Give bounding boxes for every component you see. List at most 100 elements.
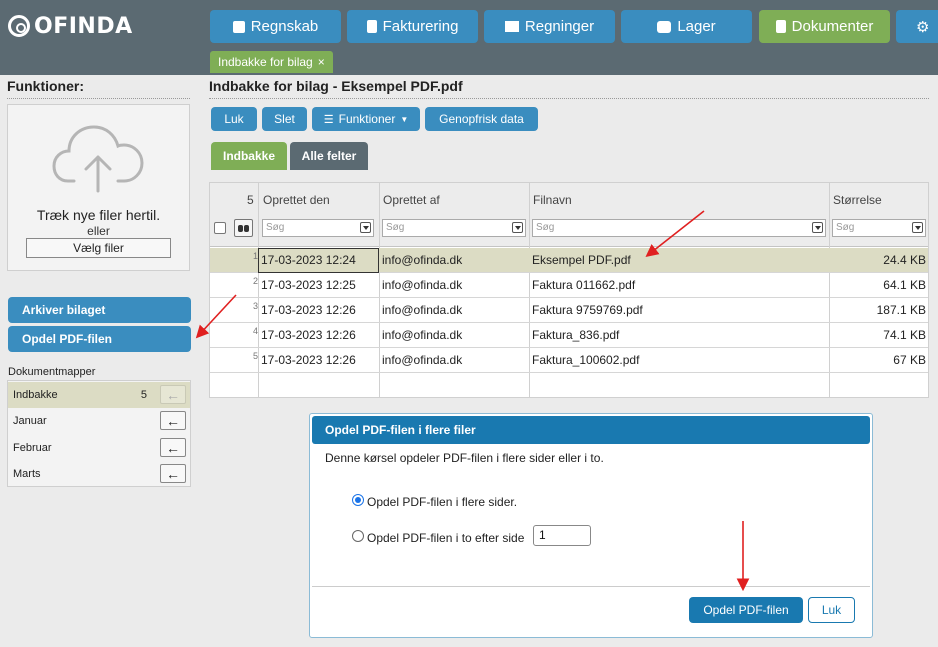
arrow-left-icon[interactable]: ← [160,438,186,457]
cell-created-by: info@ofinda.dk [382,303,463,317]
header-size[interactable]: Størrelse [833,193,882,207]
folder-item[interactable]: Januar ← [8,408,190,434]
cell-filename: Faktura 011662.pdf [532,278,636,292]
close-icon[interactable]: × [318,55,325,69]
table-row[interactable]: 3 17-03-2023 12:26 info@ofinda.dk Faktur… [210,298,928,323]
folder-item[interactable]: Indbakke 5 ← [8,382,190,408]
functions-dropdown[interactable]: ☰ Funktioner ▼ [312,107,420,131]
cell-created-by: info@ofinda.dk [382,353,463,367]
or-text: eller [87,224,110,238]
cell-created: 17-03-2023 12:26 [261,328,356,342]
caret-down-icon: ▼ [400,114,409,124]
app-logo[interactable]: OFINDA [8,13,133,39]
divider [209,98,929,99]
cell-created: 17-03-2023 12:26 [261,303,356,317]
logo-text: OFINDA [34,13,133,39]
table-row[interactable]: 1 17-03-2023 12:24 info@ofinda.dk Eksemp… [210,248,928,273]
choose-files-button[interactable]: Vælg filer [26,238,171,258]
filter-created-by[interactable]: Søg [382,219,526,237]
factory-icon [504,21,519,32]
row-number: 5 [252,351,258,361]
binoculars-icon[interactable] [234,219,253,237]
header-created-by[interactable]: Oprettet af [383,193,440,207]
dialog-description: Denne kørsel opdeler PDF-filen i flere s… [325,451,604,465]
folder-name: Februar [13,442,52,454]
close-button[interactable]: Luk [211,107,257,131]
folder-name: Marts [13,468,41,480]
divider [7,98,190,99]
filter-created[interactable]: Søg [262,219,374,237]
dropdown-icon[interactable] [812,222,823,233]
dropdown-icon[interactable] [912,222,923,233]
open-tab-label: Indbakke for bilag [218,55,313,69]
cell-filename: Faktura_100602.pdf [532,353,640,367]
split-pdf-button[interactable]: Opdel PDF-filen [8,326,191,352]
filter-placeholder: Søg [386,222,405,233]
clipboard-icon [366,20,377,33]
table-row[interactable]: 4 17-03-2023 12:26 info@ofinda.dk Faktur… [210,323,928,348]
cell-created-by: info@ofinda.dk [382,253,463,267]
delete-button[interactable]: Slet [262,107,307,131]
sidebar-title: Funktioner: [7,78,84,94]
folder-item[interactable]: Februar ← [8,435,190,461]
cell-size: 67 KB [893,353,926,367]
page-title: Indbakke for bilag - Eksempel PDF.pdf [209,78,463,94]
row-number: 4 [252,326,258,336]
nav-settings[interactable]: ⚙ [896,10,938,43]
dialog-title: Opdel PDF-filen i flere filer [312,416,870,444]
table-row[interactable]: 5 17-03-2023 12:26 info@ofinda.dk Faktur… [210,348,928,373]
cell-size: 74.1 KB [883,328,926,342]
refresh-button[interactable]: Genopfrisk data [425,107,538,131]
file-icon [775,20,786,33]
grid-header: 5 Oprettet den Oprettet af Filnavn Størr… [210,183,928,247]
folder-name: Januar [13,415,47,427]
folder-item[interactable]: Marts ← [8,461,190,487]
split-pdf-confirm-button[interactable]: Opdel PDF-filen [689,597,803,623]
split-page-input[interactable]: 1 [533,525,591,546]
nav-label: Regnskab [250,18,319,35]
folder-count: 5 [140,389,147,401]
tab-indbakke[interactable]: Indbakke [211,142,287,170]
folders-title: Dokumentmapper [8,366,96,378]
radio-split-pages[interactable] [352,494,364,506]
nav-lager[interactable]: Lager [621,10,752,43]
option-split-two-label: Opdel PDF-filen i to efter side [367,531,525,545]
cloud-upload-icon [52,125,144,193]
filter-placeholder: Søg [266,222,285,233]
arrow-left-icon[interactable]: ← [160,411,186,430]
dropdown-icon[interactable] [360,222,371,233]
tab-alle-felter[interactable]: Alle felter [290,142,368,170]
dialog-close-button[interactable]: Luk [808,597,855,623]
filter-size[interactable]: Søg [832,219,926,237]
upload-dropzone[interactable]: Træk nye filer hertil. eller Vælg filer [7,104,190,271]
nav-regnskab[interactable]: Regnskab [210,10,341,43]
row-number: 2 [252,276,258,286]
dropdown-icon[interactable] [512,222,523,233]
select-all-checkbox[interactable] [214,222,226,234]
row-number: 1 [252,251,258,261]
open-tab-indbakke[interactable]: Indbakke for bilag × [210,51,333,73]
nav-fakturering[interactable]: Fakturering [347,10,478,43]
cell-created-by: info@ofinda.dk [382,328,463,342]
nav-label: Lager [677,18,716,35]
archive-button[interactable]: Arkiver bilaget [8,297,191,323]
arrow-left-icon[interactable]: ← [160,464,186,483]
folder-name: Indbakke [13,389,58,401]
row-number: 3 [252,301,258,311]
table-row[interactable]: 2 17-03-2023 12:25 info@ofinda.dk Faktur… [210,273,928,298]
nav-label: Fakturering [382,18,459,35]
arrow-left-icon[interactable]: ← [160,385,186,404]
nav-regninger[interactable]: Regninger [484,10,615,43]
nav-dokumenter[interactable]: Dokumenter [759,10,890,43]
functions-label: Funktioner [338,112,396,126]
cell-filename: Eksempel PDF.pdf [532,253,631,267]
cell-size: 64.1 KB [883,278,926,292]
filter-filename[interactable]: Søg [532,219,826,237]
radio-split-two[interactable] [352,530,364,542]
dialog-divider [312,586,870,587]
filter-placeholder: Søg [836,222,855,233]
header-filename[interactable]: Filnavn [533,193,572,207]
cell-created: 17-03-2023 12:24 [261,253,356,267]
header-created[interactable]: Oprettet den [263,193,330,207]
cell-filename: Faktura_836.pdf [532,328,620,342]
